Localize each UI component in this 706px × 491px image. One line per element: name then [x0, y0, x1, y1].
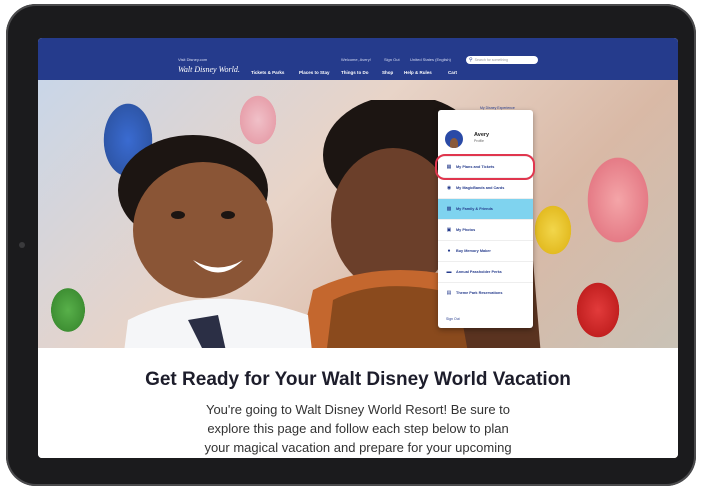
- camera-icon: ▣: [446, 227, 452, 233]
- disney-com-link[interactable]: Visit Disney.com: [178, 57, 207, 62]
- magicband-icon: ◉: [446, 185, 452, 191]
- nav-tickets-parks[interactable]: Tickets & Parks: [251, 70, 284, 75]
- menu-item-park-reservations[interactable]: ▤ Theme Park Reservations: [438, 282, 533, 303]
- hero-image: My Disney Experience Avery Profile ▦ My …: [38, 80, 678, 348]
- search-input[interactable]: ⚲ Search for something: [466, 56, 538, 64]
- menu-item-family-friends[interactable]: ▩ My Family & Friends: [438, 198, 533, 219]
- my-disney-experience-tab[interactable]: My Disney Experience: [480, 106, 515, 110]
- highlight-ring: [435, 154, 535, 180]
- search-icon: ⚲: [469, 57, 473, 63]
- avatar: [445, 130, 463, 148]
- user-name[interactable]: Avery: [474, 132, 489, 138]
- tablet-camera: [19, 242, 25, 248]
- family-icon: ▩: [446, 206, 452, 212]
- menu-item-label: My MagicBands and Cards: [456, 186, 505, 190]
- site-navbar: Visit Disney.com Walt Disney World. Welc…: [38, 38, 678, 80]
- nav-places-to-stay[interactable]: Places to Stay: [299, 70, 330, 75]
- user-profile-link[interactable]: Profile: [474, 139, 484, 143]
- menu-item-photos[interactable]: ▣ My Photos: [438, 219, 533, 240]
- browser-screen: Visit Disney.com Walt Disney World. Welc…: [38, 38, 678, 458]
- welcome-text: Welcome, Avery!: [341, 57, 371, 62]
- park-icon: ▤: [446, 290, 452, 296]
- nav-cart[interactable]: Cart: [448, 70, 457, 75]
- memory-icon: ●: [447, 248, 451, 254]
- menu-item-label: Annual Passholder Perks: [456, 270, 502, 274]
- wdw-logo[interactable]: Walt Disney World.: [178, 65, 240, 74]
- region-selector[interactable]: United States (English): [410, 57, 451, 62]
- menu-item-memory-maker[interactable]: ● Buy Memory Maker: [438, 240, 533, 261]
- ticket-icon: ▬: [446, 269, 452, 275]
- menu-item-passholder-perks[interactable]: ▬ Annual Passholder Perks: [438, 261, 533, 282]
- nav-things-to-do[interactable]: Things to Do: [341, 70, 369, 75]
- page-title: Get Ready for Your Walt Disney World Vac…: [145, 369, 571, 390]
- nav-shop[interactable]: Shop: [382, 70, 393, 75]
- boy-figure: [118, 135, 312, 348]
- nav-help-rules[interactable]: Help & Rules: [404, 70, 432, 75]
- sign-out-link[interactable]: Sign Out: [384, 57, 400, 62]
- account-dropdown-menu: My Disney Experience Avery Profile ▦ My …: [438, 106, 533, 328]
- menu-item-label: Buy Memory Maker: [456, 249, 491, 253]
- page-content: Get Ready for Your Walt Disney World Vac…: [38, 348, 678, 458]
- intro-text: You're going to Walt Disney World Resort…: [204, 402, 512, 455]
- menu-item-label: My Photos: [456, 228, 476, 232]
- dropdown-sign-out-link[interactable]: Sign Out: [446, 317, 460, 321]
- menu-item-label: Theme Park Reservations: [456, 291, 503, 295]
- menu-item-label: My Family & Friends: [456, 207, 493, 211]
- menu-item-magicbands[interactable]: ◉ My MagicBands and Cards: [438, 177, 533, 198]
- search-placeholder: Search for something: [474, 58, 508, 62]
